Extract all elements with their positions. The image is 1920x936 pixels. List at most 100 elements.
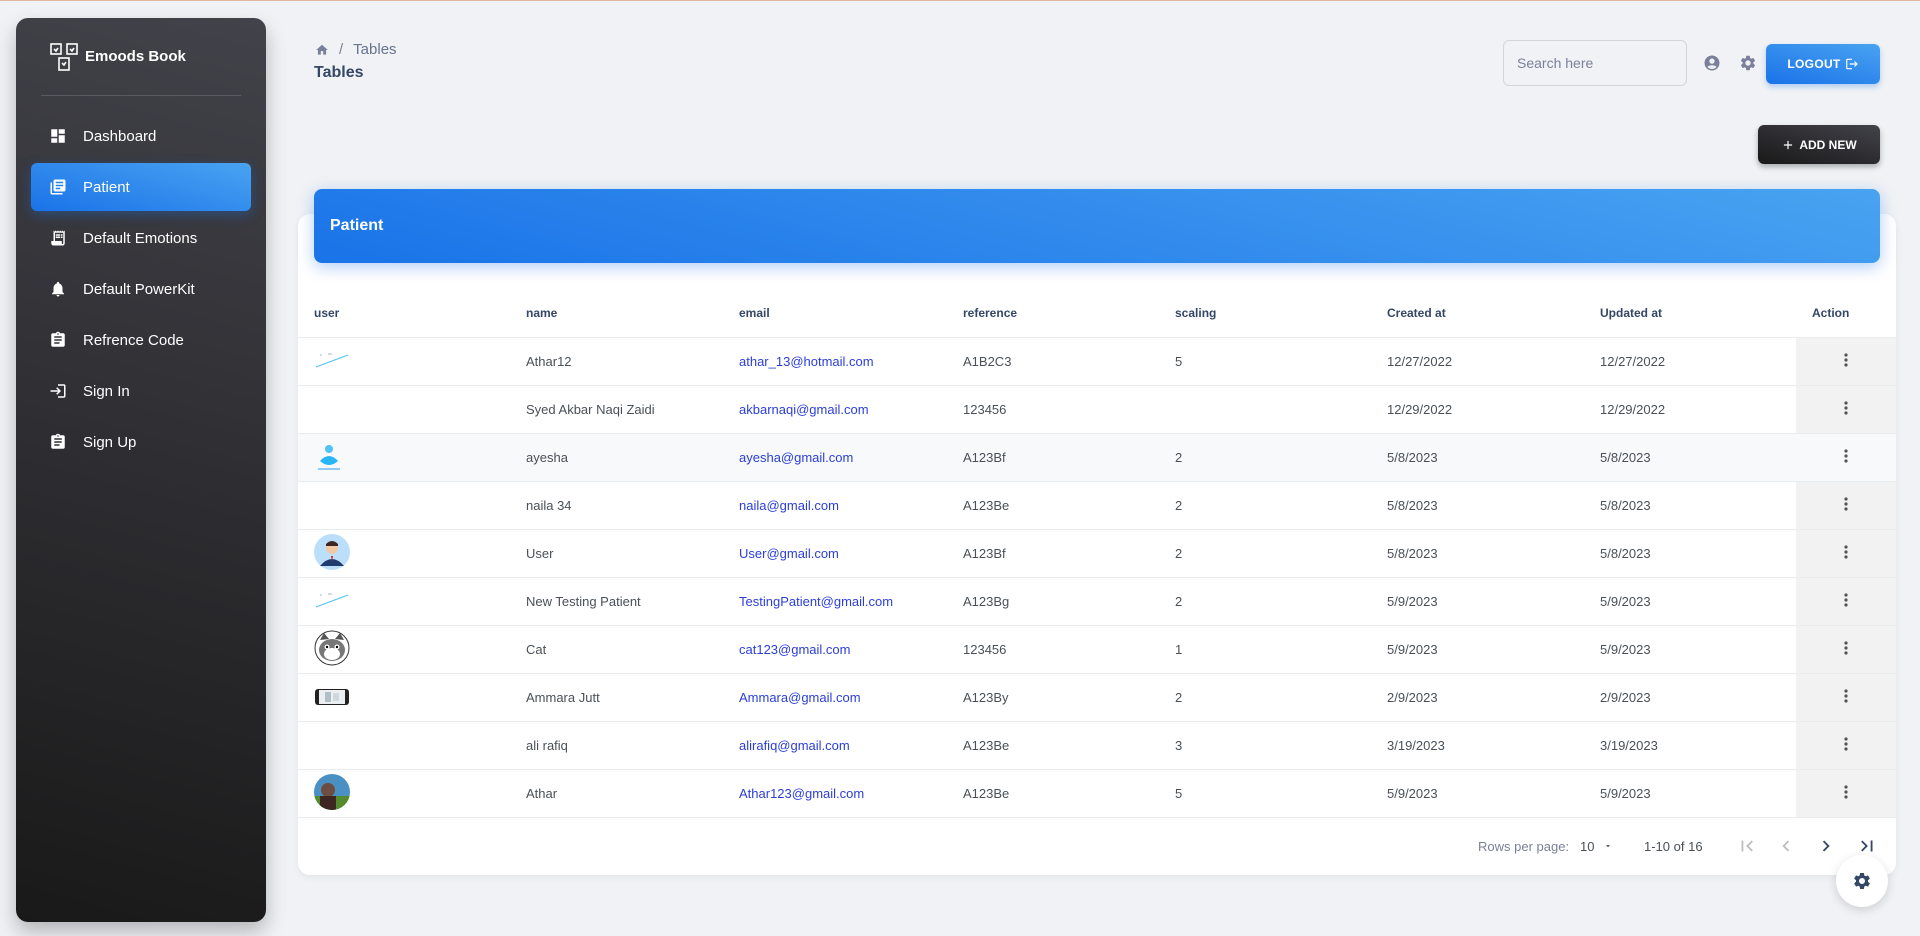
cell-user [298, 577, 510, 626]
more-vert-icon[interactable] [1844, 400, 1848, 415]
account-circle-icon[interactable] [1703, 54, 1721, 72]
cell-created-at: 5/9/2023 [1371, 769, 1584, 818]
cell-updated-at: 2/9/2023 [1584, 673, 1796, 722]
logout-button[interactable]: LOGOUT [1766, 44, 1880, 84]
more-vert-icon[interactable] [1844, 736, 1848, 751]
configurator-button[interactable] [1836, 855, 1888, 907]
rows-per-page-select[interactable]: 10 [1580, 839, 1594, 854]
column-header-name[interactable]: name [510, 289, 723, 338]
cell-scaling: 2 [1159, 577, 1371, 626]
caret-down-icon[interactable] [1602, 841, 1614, 851]
cell-action [1796, 769, 1896, 818]
sidebar-item-label: Dashboard [83, 127, 157, 145]
avatar [314, 679, 350, 715]
dashboard-icon [49, 127, 67, 145]
assignment-icon [49, 331, 67, 349]
breadcrumb-separator: / [339, 41, 344, 58]
column-header-user[interactable]: user [298, 289, 510, 338]
cell-email[interactable]: User@gmail.com [723, 529, 947, 578]
cell-reference: A123Bf [947, 529, 1159, 578]
cell-reference: 123456 [947, 385, 1159, 434]
column-header-reference[interactable]: reference [947, 289, 1159, 338]
table-row: naila 34 naila@gmail.com A123Be 2 5/8/2023 5/… [298, 481, 1896, 530]
column-header-updated-at[interactable]: Updated at [1584, 289, 1796, 338]
cell-name: Ammara Jutt [510, 673, 723, 722]
column-header-email[interactable]: email [723, 289, 947, 338]
more-vert-icon[interactable] [1844, 784, 1848, 799]
page-range: 1-10 of 16 [1644, 839, 1703, 854]
table-header-row: user name email reference scaling Create… [298, 289, 1896, 338]
brand[interactable]: Emoods Book [41, 18, 241, 96]
more-vert-icon[interactable] [1844, 544, 1848, 559]
cell-name: Syed Akbar Naqi Zaidi [510, 385, 723, 434]
cell-action [1796, 337, 1896, 386]
cell-email[interactable]: cat123@gmail.com [723, 625, 947, 674]
cell-updated-at: 5/8/2023 [1584, 433, 1796, 482]
cell-scaling: 1 [1159, 625, 1371, 674]
card-header: Patient [314, 189, 1880, 263]
cell-created-at: 2/9/2023 [1371, 673, 1584, 722]
cell-name: New Testing Patient [510, 577, 723, 626]
cell-name: User [510, 529, 723, 578]
cell-action [1796, 385, 1896, 434]
cell-action [1796, 433, 1896, 482]
cell-scaling: 5 [1159, 337, 1371, 386]
home-icon[interactable] [315, 43, 329, 57]
sidebar-item-dashboard[interactable]: Dashboard [31, 112, 251, 160]
prev-page-icon[interactable] [1775, 835, 1797, 857]
gear-icon[interactable] [1739, 54, 1757, 72]
cell-action [1796, 481, 1896, 530]
gear-icon [1854, 873, 1870, 889]
cell-email[interactable]: alirafiq@gmail.com [723, 721, 947, 770]
column-header-scaling[interactable]: scaling [1159, 289, 1371, 338]
sidebar-item-default-emotions[interactable]: Default Emotions [31, 214, 251, 262]
cell-email[interactable]: athar_13@hotmail.com [723, 337, 947, 386]
add-new-label: ADD NEW [1799, 137, 1857, 152]
more-vert-icon[interactable] [1844, 640, 1848, 655]
cell-scaling: 2 [1159, 529, 1371, 578]
cell-name: Athar [510, 769, 723, 818]
cell-user [298, 433, 510, 482]
cell-name: naila 34 [510, 481, 723, 530]
next-page-icon[interactable] [1815, 835, 1837, 857]
cell-user [298, 769, 510, 818]
cell-email[interactable]: Ammara@gmail.com [723, 673, 947, 722]
table-row: Athar12 athar_13@hotmail.com A1B2C3 5 12/27/… [298, 337, 1896, 386]
cell-reference: A1B2C3 [947, 337, 1159, 386]
cell-email[interactable]: naila@gmail.com [723, 481, 947, 530]
cell-email[interactable]: akbarnaqi@gmail.com [723, 385, 947, 434]
breadcrumb-current: Tables [353, 41, 397, 58]
more-vert-icon[interactable] [1844, 688, 1848, 703]
table-row: Cat cat123@gmail.com 123456 1 5/9/2023 5/9/20… [298, 625, 1896, 674]
cell-action [1796, 577, 1896, 626]
sidebar-item-refrence-code[interactable]: Refrence Code [31, 316, 251, 364]
sidebar-item-patient[interactable]: Patient [31, 163, 251, 211]
last-page-icon[interactable] [1856, 835, 1878, 857]
sidebar-item-sign-up[interactable]: Sign Up [31, 418, 251, 466]
sidebar-item-label: Sign Up [83, 433, 137, 451]
avatar [314, 583, 350, 619]
sidebar-item-sign-in[interactable]: Sign In [31, 367, 251, 415]
more-vert-icon[interactable] [1844, 448, 1848, 463]
sidebar-item-default-powerkit[interactable]: Default PowerKit [31, 265, 251, 313]
cell-action [1796, 625, 1896, 674]
first-page-icon[interactable] [1736, 835, 1758, 857]
bell-icon [49, 280, 67, 298]
sidebar-item-label: Sign In [83, 382, 130, 400]
cell-email[interactable]: ayesha@gmail.com [723, 433, 947, 482]
more-vert-icon[interactable] [1844, 352, 1848, 367]
more-vert-icon[interactable] [1844, 592, 1848, 607]
add-new-button[interactable]: ADD NEW [1758, 125, 1880, 164]
cell-updated-at: 3/19/2023 [1584, 721, 1796, 770]
column-header-created-at[interactable]: Created at [1371, 289, 1584, 338]
cell-email[interactable]: Athar123@gmail.com [723, 769, 947, 818]
table-row: ali rafiq alirafiq@gmail.com A123Be 3 3/19/2… [298, 721, 1896, 770]
cell-email[interactable]: TestingPatient@gmail.com [723, 577, 947, 626]
sidebar-item-label: Default Emotions [83, 229, 198, 247]
table-row: New Testing Patient TestingPatient@gmail.… [298, 577, 1896, 626]
more-vert-icon[interactable] [1844, 496, 1848, 511]
cell-user [298, 721, 510, 770]
table-row: User User@gmail.com A123Bf 2 5/8/2023 5/8/202… [298, 529, 1896, 578]
search-input[interactable] [1503, 40, 1687, 86]
assignment-icon [49, 433, 67, 451]
